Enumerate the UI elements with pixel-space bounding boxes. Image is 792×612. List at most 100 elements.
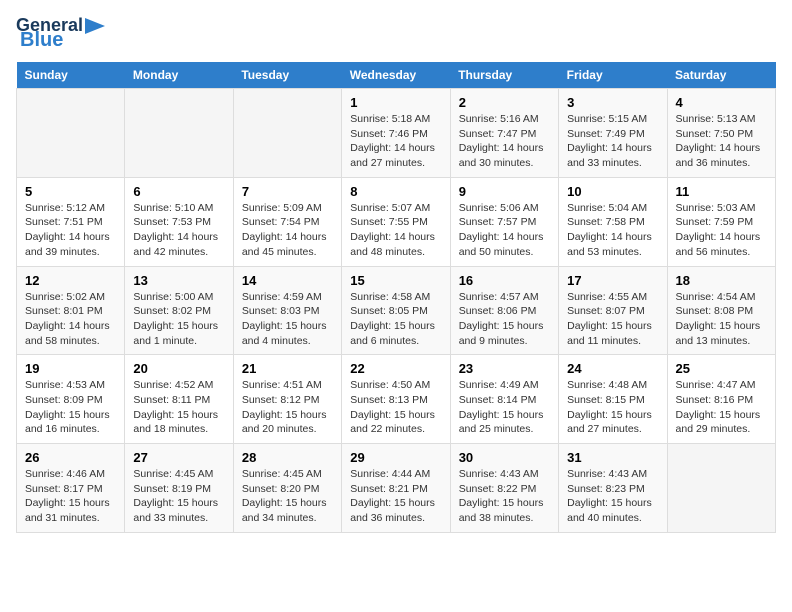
calendar-cell xyxy=(125,89,233,178)
calendar-cell: 28 Sunrise: 4:45 AM Sunset: 8:20 PM Dayli… xyxy=(233,444,341,533)
calendar-cell: 5 Sunrise: 5:12 AM Sunset: 7:51 PM Daylig… xyxy=(17,177,125,266)
calendar-cell: 8 Sunrise: 5:07 AM Sunset: 7:55 PM Daylig… xyxy=(342,177,450,266)
day-number: 23 xyxy=(459,361,550,376)
day-number: 24 xyxy=(567,361,658,376)
day-number: 17 xyxy=(567,273,658,288)
day-info: Sunrise: 4:50 AM Sunset: 8:13 PM Dayligh… xyxy=(350,378,441,437)
calendar-cell: 19Sunrise: 4:53 AM Sunset: 8:09 PM Dayli… xyxy=(17,355,125,444)
weekday-header: Sunday xyxy=(17,62,125,89)
day-number: 10 xyxy=(567,184,658,199)
logo-arrow-icon xyxy=(85,18,105,34)
day-info: Sunrise: 4:55 AM Sunset: 8:07 PM Dayligh… xyxy=(567,290,658,349)
calendar-cell: 11Sunrise: 5:03 AM Sunset: 7:59 PM Dayli… xyxy=(667,177,775,266)
calendar-cell: 9 Sunrise: 5:06 AM Sunset: 7:57 PM Daylig… xyxy=(450,177,558,266)
calendar-cell: 10 Sunrise: 5:04 AM Sunset: 7:58 PM Dayli… xyxy=(559,177,667,266)
day-info: Sunrise: 5:16 AM Sunset: 7:47 PM Dayligh… xyxy=(459,112,550,171)
calendar-table: SundayMondayTuesdayWednesdayThursdayFrid… xyxy=(16,62,776,533)
calendar-cell: 21Sunrise: 4:51 AM Sunset: 8:12 PM Dayli… xyxy=(233,355,341,444)
day-number: 28 xyxy=(242,450,333,465)
calendar-cell: 13Sunrise: 5:00 AM Sunset: 8:02 PM Dayli… xyxy=(125,266,233,355)
day-info: Sunrise: 4:45 AM Sunset: 8:20 PM Dayligh… xyxy=(242,467,333,526)
day-number: 20 xyxy=(133,361,224,376)
calendar-cell: 25 Sunrise: 4:47 AM Sunset: 8:16 PM Dayli… xyxy=(667,355,775,444)
calendar-cell xyxy=(233,89,341,178)
calendar-cell: 24 Sunrise: 4:48 AM Sunset: 8:15 PM Dayli… xyxy=(559,355,667,444)
calendar-cell: 3Sunrise: 5:15 AM Sunset: 7:49 PM Daylig… xyxy=(559,89,667,178)
day-number: 18 xyxy=(676,273,767,288)
calendar-week-row: 1 Sunrise: 5:18 AM Sunset: 7:46 PM Daylig… xyxy=(17,89,776,178)
day-number: 7 xyxy=(242,184,333,199)
day-info: Sunrise: 5:10 AM Sunset: 7:53 PM Dayligh… xyxy=(133,201,224,260)
calendar-cell: 17 Sunrise: 4:55 AM Sunset: 8:07 PM Dayli… xyxy=(559,266,667,355)
day-info: Sunrise: 4:43 AM Sunset: 8:23 PM Dayligh… xyxy=(567,467,658,526)
calendar-cell: 18 Sunrise: 4:54 AM Sunset: 8:08 PM Dayli… xyxy=(667,266,775,355)
day-info: Sunrise: 5:07 AM Sunset: 7:55 PM Dayligh… xyxy=(350,201,441,260)
calendar-week-row: 26 Sunrise: 4:46 AM Sunset: 8:17 PM Dayli… xyxy=(17,444,776,533)
day-number: 1 xyxy=(350,95,441,110)
day-info: Sunrise: 4:59 AM Sunset: 8:03 PM Dayligh… xyxy=(242,290,333,349)
day-info: Sunrise: 4:44 AM Sunset: 8:21 PM Dayligh… xyxy=(350,467,441,526)
calendar-cell: 20 Sunrise: 4:52 AM Sunset: 8:11 PM Dayli… xyxy=(125,355,233,444)
calendar-cell: 31 Sunrise: 4:43 AM Sunset: 8:23 PM Dayli… xyxy=(559,444,667,533)
day-number: 13 xyxy=(133,273,224,288)
page-header: General Blue xyxy=(16,16,776,50)
calendar-cell: 2Sunrise: 5:16 AM Sunset: 7:47 PM Daylig… xyxy=(450,89,558,178)
day-info: Sunrise: 5:09 AM Sunset: 7:54 PM Dayligh… xyxy=(242,201,333,260)
calendar-cell: 6 Sunrise: 5:10 AM Sunset: 7:53 PM Daylig… xyxy=(125,177,233,266)
day-info: Sunrise: 4:51 AM Sunset: 8:12 PM Dayligh… xyxy=(242,378,333,437)
calendar-week-row: 5 Sunrise: 5:12 AM Sunset: 7:51 PM Daylig… xyxy=(17,177,776,266)
logo: General Blue xyxy=(16,16,105,50)
day-info: Sunrise: 4:49 AM Sunset: 8:14 PM Dayligh… xyxy=(459,378,550,437)
calendar-cell: 26 Sunrise: 4:46 AM Sunset: 8:17 PM Dayli… xyxy=(17,444,125,533)
calendar-cell: 16 Sunrise: 4:57 AM Sunset: 8:06 PM Dayli… xyxy=(450,266,558,355)
weekday-header: Thursday xyxy=(450,62,558,89)
day-info: Sunrise: 5:15 AM Sunset: 7:49 PM Dayligh… xyxy=(567,112,658,171)
day-info: Sunrise: 4:43 AM Sunset: 8:22 PM Dayligh… xyxy=(459,467,550,526)
weekday-header: Monday xyxy=(125,62,233,89)
day-info: Sunrise: 5:13 AM Sunset: 7:50 PM Dayligh… xyxy=(676,112,767,171)
day-number: 19 xyxy=(25,361,116,376)
day-info: Sunrise: 5:04 AM Sunset: 7:58 PM Dayligh… xyxy=(567,201,658,260)
calendar-cell: 4 Sunrise: 5:13 AM Sunset: 7:50 PM Daylig… xyxy=(667,89,775,178)
day-info: Sunrise: 5:06 AM Sunset: 7:57 PM Dayligh… xyxy=(459,201,550,260)
day-info: Sunrise: 4:57 AM Sunset: 8:06 PM Dayligh… xyxy=(459,290,550,349)
calendar-cell: 7 Sunrise: 5:09 AM Sunset: 7:54 PM Daylig… xyxy=(233,177,341,266)
day-info: Sunrise: 4:54 AM Sunset: 8:08 PM Dayligh… xyxy=(676,290,767,349)
day-number: 27 xyxy=(133,450,224,465)
day-number: 5 xyxy=(25,184,116,199)
day-number: 15 xyxy=(350,273,441,288)
calendar-cell: 14 Sunrise: 4:59 AM Sunset: 8:03 PM Dayli… xyxy=(233,266,341,355)
weekday-header-row: SundayMondayTuesdayWednesdayThursdayFrid… xyxy=(17,62,776,89)
day-number: 14 xyxy=(242,273,333,288)
day-number: 25 xyxy=(676,361,767,376)
day-number: 12 xyxy=(25,273,116,288)
day-number: 30 xyxy=(459,450,550,465)
weekday-header: Wednesday xyxy=(342,62,450,89)
day-number: 4 xyxy=(676,95,767,110)
day-info: Sunrise: 4:46 AM Sunset: 8:17 PM Dayligh… xyxy=(25,467,116,526)
day-info: Sunrise: 4:48 AM Sunset: 8:15 PM Dayligh… xyxy=(567,378,658,437)
day-info: Sunrise: 5:12 AM Sunset: 7:51 PM Dayligh… xyxy=(25,201,116,260)
calendar-week-row: 19Sunrise: 4:53 AM Sunset: 8:09 PM Dayli… xyxy=(17,355,776,444)
logo-blue: Blue xyxy=(16,30,63,50)
calendar-week-row: 12Sunrise: 5:02 AM Sunset: 8:01 PM Dayli… xyxy=(17,266,776,355)
calendar-cell: 29 Sunrise: 4:44 AM Sunset: 8:21 PM Dayli… xyxy=(342,444,450,533)
day-info: Sunrise: 4:52 AM Sunset: 8:11 PM Dayligh… xyxy=(133,378,224,437)
day-number: 31 xyxy=(567,450,658,465)
day-number: 29 xyxy=(350,450,441,465)
day-info: Sunrise: 5:18 AM Sunset: 7:46 PM Dayligh… xyxy=(350,112,441,171)
calendar-cell: 1 Sunrise: 5:18 AM Sunset: 7:46 PM Daylig… xyxy=(342,89,450,178)
day-info: Sunrise: 4:58 AM Sunset: 8:05 PM Dayligh… xyxy=(350,290,441,349)
calendar-cell: 12Sunrise: 5:02 AM Sunset: 8:01 PM Dayli… xyxy=(17,266,125,355)
weekday-header: Saturday xyxy=(667,62,775,89)
calendar-cell: 15 Sunrise: 4:58 AM Sunset: 8:05 PM Dayli… xyxy=(342,266,450,355)
calendar-cell: 30 Sunrise: 4:43 AM Sunset: 8:22 PM Dayli… xyxy=(450,444,558,533)
day-info: Sunrise: 4:47 AM Sunset: 8:16 PM Dayligh… xyxy=(676,378,767,437)
calendar-cell: 23 Sunrise: 4:49 AM Sunset: 8:14 PM Dayli… xyxy=(450,355,558,444)
day-number: 26 xyxy=(25,450,116,465)
day-number: 16 xyxy=(459,273,550,288)
day-number: 6 xyxy=(133,184,224,199)
day-number: 22 xyxy=(350,361,441,376)
day-number: 8 xyxy=(350,184,441,199)
day-number: 9 xyxy=(459,184,550,199)
